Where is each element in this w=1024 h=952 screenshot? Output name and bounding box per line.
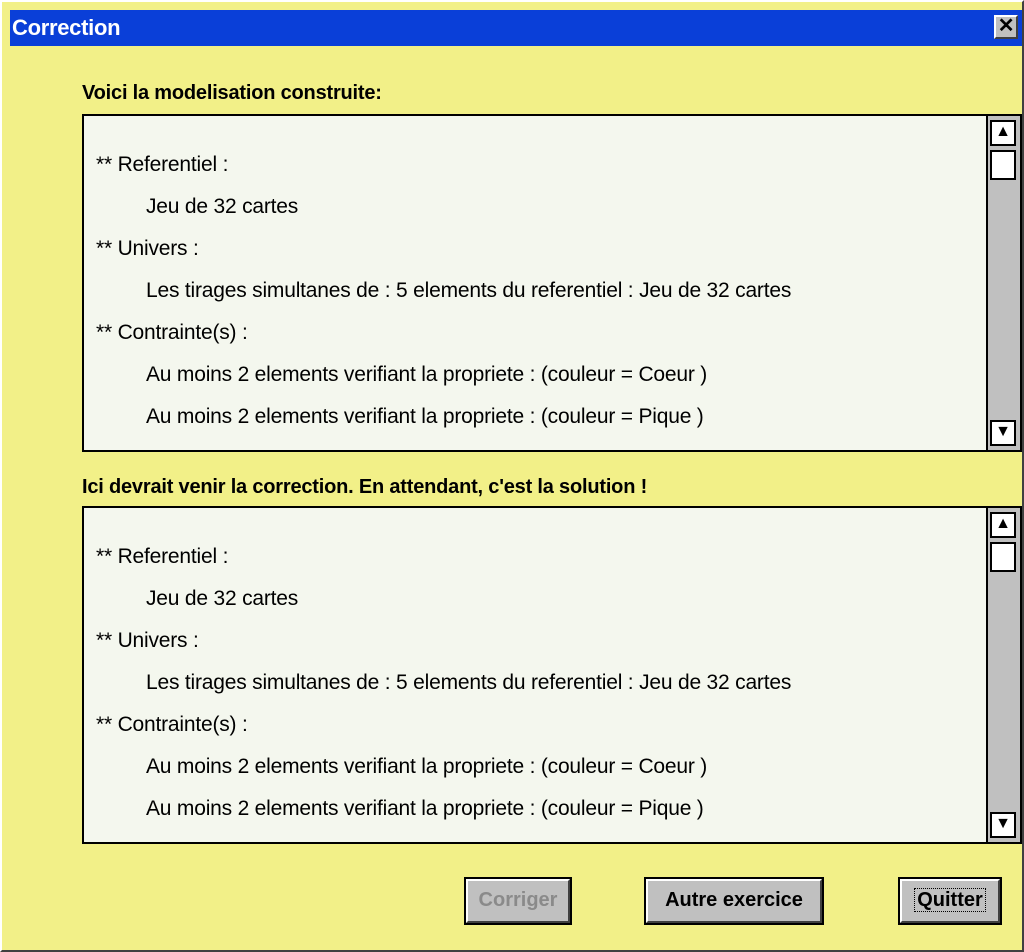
corriger-label: Corriger (478, 889, 558, 911)
modelisation-scrollbar[interactable]: ▲ ▼ (986, 116, 1020, 450)
quitter-button[interactable]: Quitter (898, 877, 1002, 925)
title-bar[interactable]: Correction ✕ (10, 10, 1022, 46)
scroll-thumb[interactable] (990, 150, 1016, 180)
modelisation-textbox[interactable]: ** Referentiel : Jeu de 32 cartes ** Uni… (82, 114, 1022, 452)
text-line: ** Referentiel : (96, 153, 229, 176)
text-line: Jeu de 32 cartes (146, 195, 299, 218)
scroll-up-button[interactable]: ▲ (990, 120, 1016, 146)
text-line: Jeu de 32 cartes (146, 587, 299, 610)
text-line: Au moins 2 elements verifiant la proprie… (146, 405, 704, 428)
client-area: Voici la modelisation construite: ** Ref… (10, 46, 1022, 950)
scroll-down-button[interactable]: ▼ (990, 420, 1016, 446)
text-line: Les tirages simultanes de : 5 elements d… (146, 671, 792, 694)
correction-window: Correction ✕ Voici la modelisation const… (0, 0, 1024, 952)
correction-scrollbar[interactable]: ▲ ▼ (986, 508, 1020, 842)
correction-textbox[interactable]: ** Referentiel : Jeu de 32 cartes ** Uni… (82, 506, 1022, 844)
text-line: Au moins 2 elements verifiant la proprie… (146, 797, 704, 820)
text-line: Les tirages simultanes de : 5 elements d… (146, 279, 792, 302)
scroll-down-button[interactable]: ▼ (990, 812, 1016, 838)
scroll-thumb[interactable] (990, 542, 1016, 572)
text-line: Au moins 2 elements verifiant la proprie… (146, 363, 708, 386)
close-icon: ✕ (997, 15, 1015, 37)
text-line: Au moins 2 elements verifiant la proprie… (146, 755, 708, 778)
modelisation-label: Voici la modelisation construite: (82, 82, 382, 104)
modelisation-text: ** Referentiel : Jeu de 32 cartes ** Uni… (96, 144, 980, 438)
scroll-up-button[interactable]: ▲ (990, 512, 1016, 538)
window-title: Correction (12, 15, 121, 40)
arrow-down-icon: ▼ (995, 815, 1011, 832)
correction-label: Ici devrait venir la correction. En atte… (82, 476, 648, 498)
arrow-up-icon: ▲ (995, 515, 1011, 532)
corriger-button[interactable]: Corriger (464, 877, 572, 925)
arrow-down-icon: ▼ (995, 423, 1011, 440)
close-button[interactable]: ✕ (994, 15, 1018, 39)
text-line: ** Contrainte(s) : (96, 321, 248, 344)
autre-exercice-button[interactable]: Autre exercice (644, 877, 824, 925)
autre-exercice-label: Autre exercice (665, 889, 803, 911)
text-line: ** Univers : (96, 237, 199, 260)
text-line: ** Contrainte(s) : (96, 713, 248, 736)
quitter-label: Quitter (914, 888, 986, 912)
correction-text: ** Referentiel : Jeu de 32 cartes ** Uni… (96, 536, 980, 830)
text-line: ** Referentiel : (96, 545, 229, 568)
arrow-up-icon: ▲ (995, 123, 1011, 140)
text-line: ** Univers : (96, 629, 199, 652)
